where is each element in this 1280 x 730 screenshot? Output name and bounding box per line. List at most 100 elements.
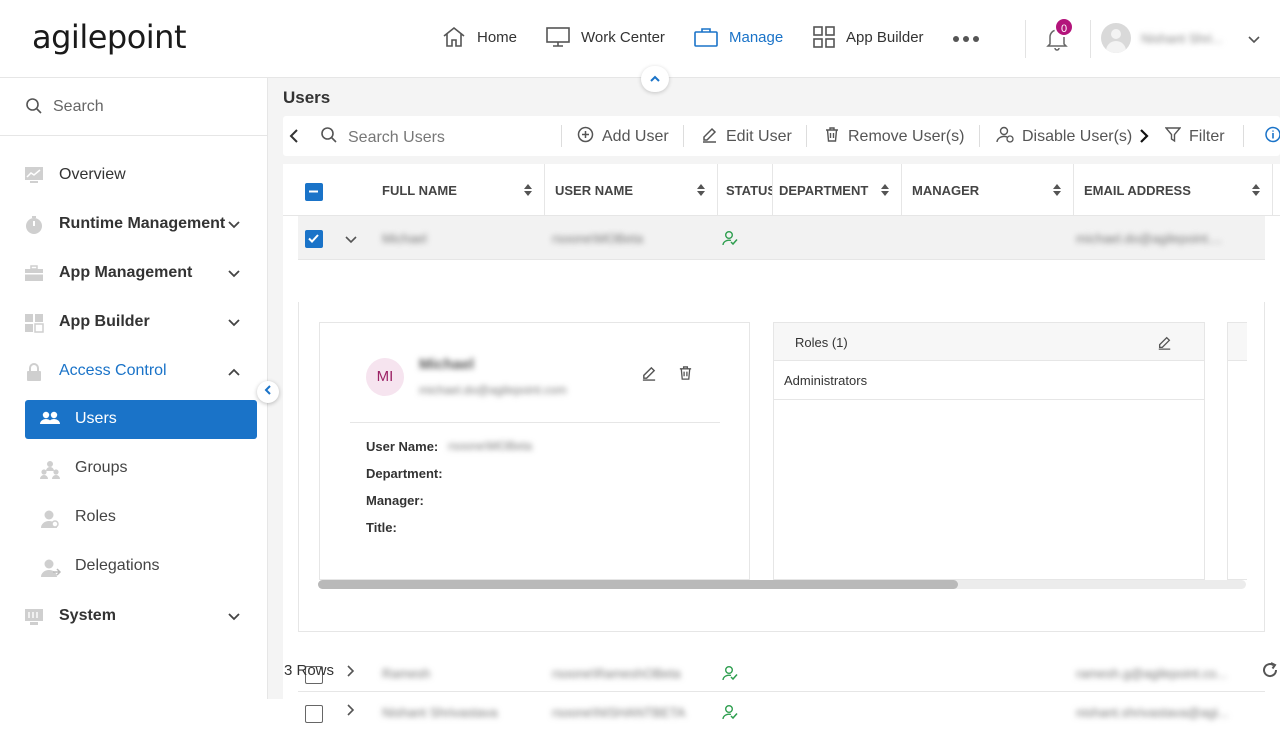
sidebar-item-label: Overview [59,166,126,183]
chevron-right-icon[interactable] [1139,128,1149,144]
chevron-right-icon[interactable] [346,703,356,722]
search-users-placeholder: Search Users [348,128,445,146]
table-row[interactable]: Ramesh rsoone\RameshOBeta ramesh.g@agile… [298,648,1265,692]
table-row[interactable]: Nishant Shrivastava rsoone\NISHANTBETA n… [298,692,1265,730]
column-user-name[interactable]: USER NAME [545,164,718,216]
roles-panel: Roles (1) Administrators [773,322,1205,580]
sidebar-subitem-roles[interactable]: Roles [25,498,257,537]
detail-user-name: Michael [419,356,475,373]
row-email: nishant.shrivastava@agi... [1076,705,1229,720]
grid-icon [812,25,836,49]
filter-icon [1164,126,1182,148]
detail-manager-label: Manager: [366,493,424,508]
column-manager[interactable]: MANAGER [902,164,1074,216]
timer-icon [24,215,44,240]
info-icon[interactable] [1265,126,1280,143]
agilepoint-logo[interactable]: agilepoint [32,18,187,56]
chevron-up-icon [227,364,241,382]
sidebar-subitem-label: Groups [75,459,128,476]
sidebar-item-runtime-management[interactable]: Runtime Management [0,204,267,244]
row-checkbox[interactable] [305,705,323,723]
row-checkbox[interactable] [305,230,323,248]
chevron-left-icon[interactable] [289,128,299,144]
column-email-address[interactable]: EMAIL ADDRESS [1074,164,1273,216]
add-user-button[interactable]: Add User [577,126,669,148]
pencil-icon[interactable] [1157,335,1172,355]
sidebar-item-system[interactable]: System [0,596,267,636]
groups-icon [39,460,61,485]
column-label: USER NAME [555,182,634,198]
nav-home[interactable]: Home [441,25,517,49]
sidebar-subitem-groups[interactable]: Groups [25,449,257,488]
delegation-icon [39,558,62,583]
chevron-down-icon[interactable] [344,232,358,250]
column-label: FULL NAME [382,182,457,198]
header-divider [1090,20,1091,58]
horizontal-scrollbar[interactable] [318,580,1246,589]
monitor-icon [545,25,571,49]
sidebar-item-app-builder[interactable]: App Builder [0,302,267,342]
chevron-down-icon [227,609,241,627]
user-disable-icon [996,126,1014,148]
briefcase-icon [693,25,719,49]
row-full-name: Ramesh [382,666,431,681]
detail-user-email: michael.do@agilepoint.com [419,383,567,397]
home-icon [441,25,467,49]
detail-department-label: Department: [366,466,443,481]
sidebar-item-access-control[interactable]: Access Control [0,351,267,391]
role-icon [39,509,61,534]
page-title: Users [283,88,331,107]
filter-button[interactable]: Filter [1164,126,1225,148]
notification-badge: 0 [1054,17,1074,37]
sidebar-subitem-delegations[interactable]: Delegations [25,547,257,586]
sort-icon [524,184,532,199]
row-email: ramesh.g@agilepoint.co... [1076,666,1228,681]
nav-work-center[interactable]: Work Center [545,25,665,49]
sidebar-subitem-users[interactable]: Users [25,400,257,439]
sidebar-search-placeholder: Search [53,98,104,115]
toolbar-divider [806,125,807,147]
user-name[interactable]: Nishant Shri... [1141,31,1223,46]
row-full-name: Nishant Shrivastava [382,705,498,720]
row-user-name: rsoone\NISHANTBETA [552,705,686,720]
collapse-sidebar-button[interactable] [257,381,279,403]
column-label: EMAIL ADDRESS [1084,182,1191,198]
header-divider [1025,20,1026,58]
remove-users-button[interactable]: Remove User(s) [824,126,964,148]
sidebar: Search Overview Runtime Management App M… [0,78,268,699]
column-status[interactable]: STATUS [718,164,773,216]
sidebar-item-app-management[interactable]: App Management [0,253,267,293]
row-full-name: Michael [382,231,427,246]
sidebar-search[interactable]: Search [0,78,267,136]
chevron-down-icon [227,266,241,284]
table-row[interactable]: Michael rsoone\MOBeta michael.do@agilepo… [298,216,1265,260]
column-department[interactable]: DEPARTMENT [773,164,902,216]
collapse-header-button[interactable] [641,66,669,92]
sidebar-item-label: Access Control [59,362,167,379]
sidebar-subitem-label: Users [75,410,117,427]
more-menu-icon[interactable] [953,36,979,42]
user-detail-card: MI Michael michael.do@agilepoint.com Use… [319,322,750,580]
chevron-down-icon[interactable] [1247,32,1261,50]
add-user-label: Add User [602,128,669,145]
sidebar-subitem-label: Roles [75,508,116,525]
nav-manage-label: Manage [729,28,784,46]
sidebar-item-label: App Builder [59,313,150,330]
chevron-right-icon[interactable] [346,664,356,683]
disable-users-button[interactable]: Disable User(s) [996,126,1132,148]
row-user-name: rsoone\MOBeta [552,231,644,246]
sidebar-item-overview[interactable]: Overview [0,155,267,195]
user-avatar[interactable] [1101,23,1131,53]
pencil-icon[interactable] [641,365,657,386]
edit-user-button[interactable]: Edit User [701,126,792,148]
refresh-icon[interactable] [1261,661,1279,684]
trash-icon[interactable] [678,365,693,386]
column-full-name[interactable]: FULL NAME [372,164,545,216]
select-all-checkbox[interactable] [305,183,323,201]
nav-work-center-label: Work Center [581,28,665,46]
scrollbar-thumb[interactable] [318,580,958,589]
nav-app-builder[interactable]: App Builder [812,25,924,49]
search-users-input[interactable]: Search Users [320,126,445,149]
nav-manage[interactable]: Manage [693,25,783,49]
disable-users-label: Disable User(s) [1022,128,1133,145]
